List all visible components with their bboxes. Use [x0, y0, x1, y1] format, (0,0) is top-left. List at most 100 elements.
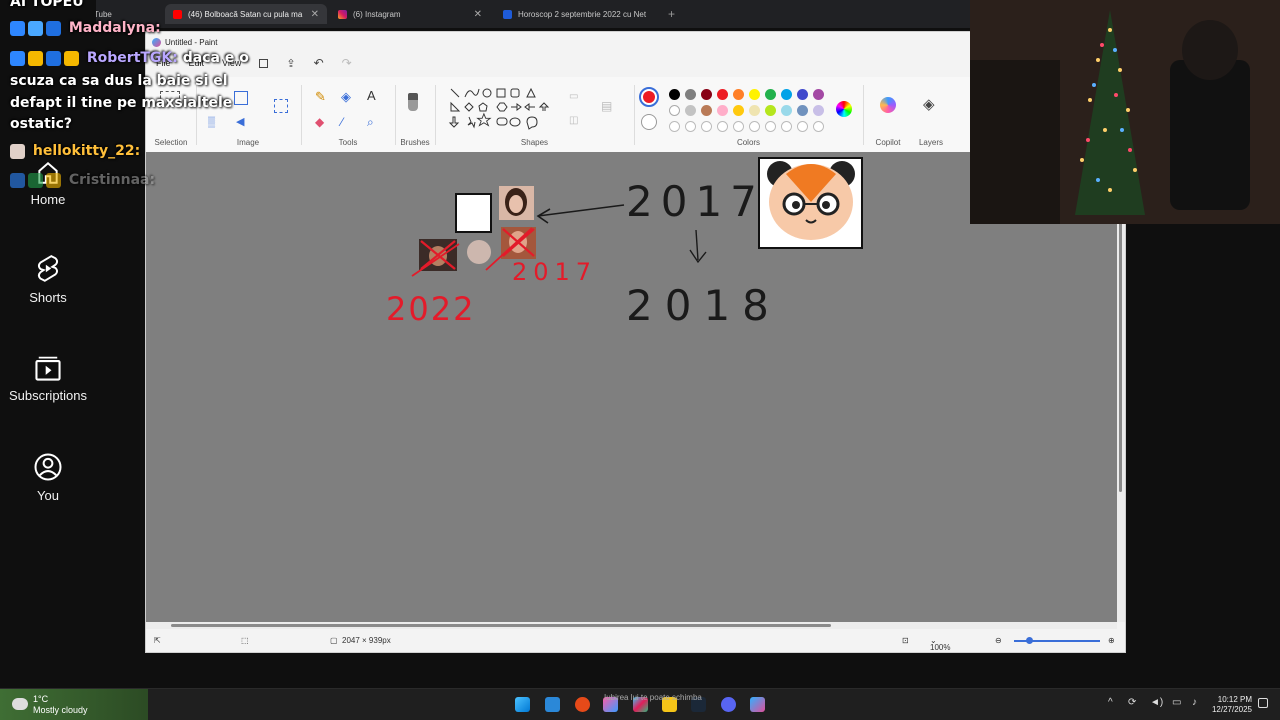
tab-label: (46) Bolboacă Satan cu pula ma	[188, 9, 303, 19]
temperature: 1°C	[33, 694, 49, 704]
color-swatch[interactable]	[733, 89, 744, 100]
color-swatch[interactable]	[685, 105, 696, 116]
custom-color-slot[interactable]	[733, 121, 744, 132]
brave-browser-icon[interactable]	[575, 697, 590, 712]
color-swatch[interactable]	[749, 105, 760, 116]
fill-shape-icon[interactable]: ◫	[569, 115, 583, 129]
close-tab-icon[interactable]: ✕	[474, 9, 482, 20]
paint-app-icon	[152, 37, 161, 47]
speaker-icon[interactable]: ♪	[1192, 697, 1197, 708]
text-icon[interactable]: A	[367, 88, 381, 103]
color-swatch[interactable]	[749, 89, 760, 100]
color-swatch[interactable]	[685, 89, 696, 100]
volume-icon[interactable]: ◄)	[1150, 697, 1163, 708]
youtube-icon	[173, 9, 182, 19]
primary-color-ring[interactable]	[639, 87, 659, 107]
color-swatch[interactable]	[669, 89, 680, 100]
custom-color-slot[interactable]	[749, 121, 760, 132]
layers-icon[interactable]: ◈	[923, 95, 935, 113]
zoom-out-icon[interactable]: ⊖	[995, 636, 1002, 645]
zoom-slider-thumb[interactable]	[1026, 637, 1033, 644]
notifications-icon[interactable]	[1258, 698, 1268, 708]
color-swatch[interactable]	[781, 89, 792, 100]
windows-start-icon[interactable]	[515, 697, 530, 712]
sidebar-item-subscriptions[interactable]: Subscriptions	[0, 354, 96, 403]
new-tab-button[interactable]: +	[660, 4, 680, 24]
eraser-icon[interactable]: ◆	[315, 115, 329, 129]
weather-condition: Mostly cloudy	[33, 705, 88, 715]
color-swatch[interactable]	[813, 105, 824, 116]
color-swatch[interactable]	[701, 105, 712, 116]
zoom-in-icon[interactable]: ⊕	[1108, 636, 1115, 645]
ribbon-label: Brushes	[400, 138, 430, 147]
color-swatch[interactable]	[733, 105, 744, 116]
system-clock[interactable]: 10:12 PM 12/27/2025	[1212, 695, 1252, 715]
save-icon[interactable]	[259, 58, 269, 68]
pencil-icon[interactable]: ✎	[315, 89, 329, 104]
show-hidden-icons[interactable]: ^	[1108, 697, 1113, 708]
handwritten-2018: 2018	[626, 281, 781, 330]
chat-header: AI TOPEU	[10, 0, 84, 10]
fit-window-icon[interactable]: ⊡	[902, 636, 909, 645]
color-swatch[interactable]	[781, 105, 792, 116]
custom-color-slot[interactable]	[717, 121, 728, 132]
custom-color-slot[interactable]	[797, 121, 808, 132]
custom-color-slot[interactable]	[669, 121, 680, 132]
color-swatch[interactable]	[765, 89, 776, 100]
color-swatch[interactable]	[669, 105, 680, 116]
custom-color-slot[interactable]	[765, 121, 776, 132]
share-icon[interactable]: ⇪	[286, 57, 295, 70]
custom-color-slot[interactable]	[813, 121, 824, 132]
browser-tab-horoscop[interactable]: Horoscop 2 septembrie 2022 cu Net	[495, 4, 655, 24]
brush-icon[interactable]	[408, 93, 418, 111]
redo-icon[interactable]: ↷	[342, 56, 352, 70]
custom-color-slot[interactable]	[685, 121, 696, 132]
color-swatch[interactable]	[717, 105, 728, 116]
color-swatch[interactable]	[701, 89, 712, 100]
display-icon[interactable]: ▭	[1172, 697, 1181, 708]
browser-tab-instagram[interactable]: (6) Instagram ✕	[330, 4, 490, 24]
cursor-position-icon: ⇱	[154, 636, 161, 645]
outline-icon[interactable]: ▭	[569, 91, 583, 105]
clock-time: 10:12 PM	[1217, 695, 1252, 704]
browser-tab-active[interactable]: (46) Bolboacă Satan cu pula ma ✕	[165, 4, 327, 24]
ribbon-group-colors: Colors	[636, 77, 861, 152]
rotate-icon[interactable]: ◀	[236, 115, 250, 129]
edit-colors-icon[interactable]	[836, 101, 852, 117]
sidebar-item-shorts[interactable]: Shorts	[0, 254, 96, 305]
badge-icon	[28, 20, 43, 36]
shape-style-icon[interactable]: ▤	[601, 99, 615, 113]
crop-icon[interactable]	[234, 91, 248, 105]
weather-widget[interactable]: 1°C Mostly cloudy	[0, 689, 148, 720]
fill-icon[interactable]: ◈	[341, 89, 355, 104]
zoom-dropdown[interactable]: 100% ⌄	[930, 636, 978, 652]
color-swatch[interactable]	[813, 89, 824, 100]
close-tab-icon[interactable]: ✕	[311, 9, 319, 20]
horizontal-scrollbar[interactable]	[146, 622, 1117, 629]
badge-icon	[46, 172, 61, 188]
undo-icon[interactable]: ↶	[314, 56, 324, 70]
color-swatch[interactable]	[765, 105, 776, 116]
custom-color-slot[interactable]	[701, 121, 712, 132]
color-swatch[interactable]	[797, 105, 808, 116]
shapes-gallery-icon[interactable]	[447, 85, 557, 135]
color-swatch[interactable]	[717, 89, 728, 100]
magnifier-icon[interactable]: ⌕	[367, 115, 381, 129]
color-swatch[interactable]	[797, 89, 808, 100]
badge-icon	[64, 50, 79, 66]
media-caption: Iubirea lui te poate schimba	[604, 693, 702, 702]
task-view-icon[interactable]	[545, 697, 560, 712]
sidebar-item-label: You	[37, 488, 59, 503]
resize-icon[interactable]	[274, 99, 288, 113]
color-picker-icon[interactable]: ⁄	[341, 115, 355, 129]
copilot-icon[interactable]	[880, 97, 896, 113]
custom-color-slot[interactable]	[781, 121, 792, 132]
sidebar-item-you[interactable]: You	[0, 452, 96, 503]
discord-icon[interactable]	[721, 697, 736, 712]
photo-thumbnail-top	[499, 186, 534, 220]
network-icon[interactable]: ⟳	[1128, 697, 1136, 708]
chat-text: defapt il tine pe maxsialtele	[10, 95, 233, 111]
select-all-icon[interactable]: ▒	[208, 117, 222, 131]
paint-icon[interactable]	[750, 697, 765, 712]
secondary-color-icon[interactable]	[641, 114, 657, 130]
